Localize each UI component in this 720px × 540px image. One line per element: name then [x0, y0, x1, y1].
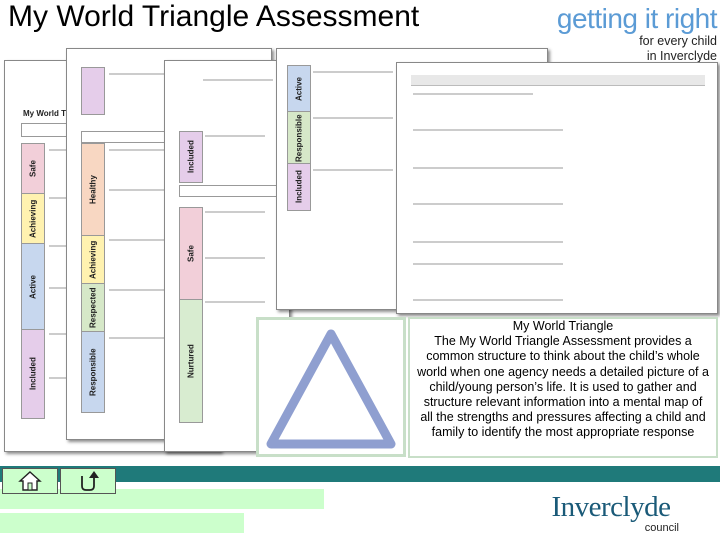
- my-world-triangle-graphic: [256, 317, 406, 457]
- description-title: My World Triangle: [512, 319, 614, 333]
- band-safe-2: Safe: [179, 207, 203, 301]
- logo-line-1: getting it right: [556, 3, 718, 34]
- band-respected: Respected: [81, 283, 105, 333]
- return-button[interactable]: [60, 468, 116, 494]
- band-safe: Safe: [21, 143, 45, 195]
- band-active-2: Active: [287, 65, 311, 113]
- band-included-2: Included: [179, 131, 203, 183]
- inverclyde-council-logo: Inverclyde council: [541, 492, 681, 534]
- band-active: Active: [21, 243, 45, 331]
- band-achieving: Achieving: [21, 193, 45, 245]
- band-responsible-2: Responsible: [287, 111, 311, 165]
- getting-it-right-logo: getting it right for every child in Inve…: [545, 3, 718, 64]
- thumbnail-page-1-heading: My World Tri: [23, 109, 71, 118]
- footer-green-bar-2: [0, 513, 244, 533]
- slide-title: My World Triangle Assessment: [8, 0, 420, 33]
- band-responsible: Responsible: [81, 331, 105, 413]
- band-healthy: Healthy: [81, 143, 105, 237]
- triangle-icon: [266, 329, 396, 449]
- band-nurtured: Nurtured: [179, 299, 203, 423]
- band-included-3: Included: [287, 163, 311, 211]
- home-button[interactable]: [2, 468, 58, 494]
- description-body: The My World Triangle Assessment provide…: [417, 334, 709, 440]
- description-box: My World Triangle The My World Triangle …: [408, 317, 718, 458]
- home-icon: [18, 471, 42, 491]
- thumbnail-page-5: [396, 62, 718, 314]
- council-name: Inverclyde: [551, 491, 672, 523]
- council-sub: council: [644, 522, 679, 534]
- return-arrow-icon: [81, 471, 99, 491]
- band-achieving-2: Achieving: [81, 235, 105, 285]
- logo-line-2: for every child: [639, 34, 717, 48]
- band-included: Included: [21, 329, 45, 419]
